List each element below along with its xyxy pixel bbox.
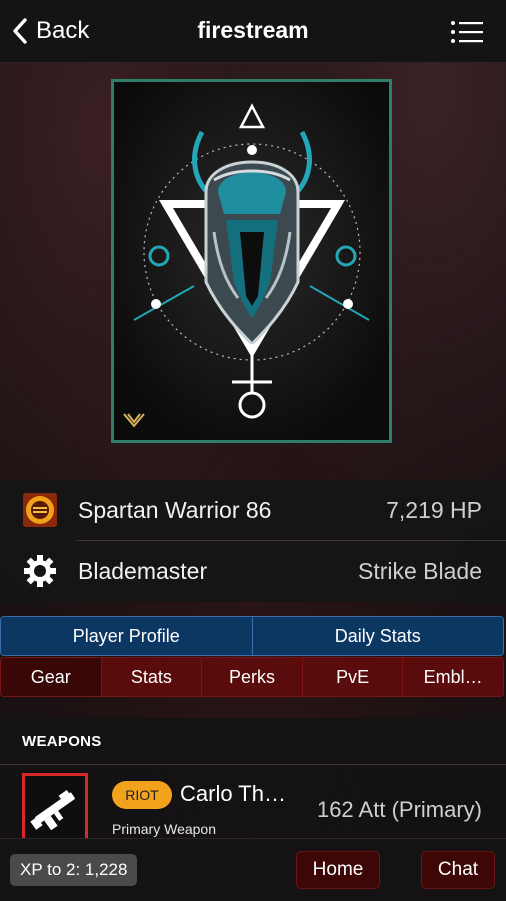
home-button[interactable]: Home [296,851,380,889]
rifle-icon [30,789,75,831]
emblem-image [111,79,392,443]
primary-tab-bar: Player Profile Daily Stats [0,616,504,656]
top-bar: Back firestream [0,0,506,63]
tab-emblems[interactable]: Embl… [402,658,503,696]
tab-pve[interactable]: PvE [301,658,403,696]
tab-perks[interactable]: Perks [201,658,302,696]
tab-player-profile[interactable]: Player Profile [1,617,252,655]
back-label: Back [36,17,90,44]
chevron-left-icon [13,18,27,44]
chat-button[interactable]: Chat [421,851,495,889]
subclass-name: Blademaster [78,558,208,584]
subclass-super: Strike Blade [357,558,482,584]
tab-daily-stats[interactable]: Daily Stats [251,617,503,655]
weapons-section-header: WEAPONS [0,718,506,765]
back-button[interactable]: Back [12,14,89,48]
tab-gear[interactable]: Gear [1,658,101,696]
xp-indicator: XP to 2: 1,228 [10,854,138,886]
character-name: Spartan Warrior 86 [78,497,272,523]
character-row[interactable]: Spartan Warrior 86 7,219 HP [0,480,506,541]
tier-badge: RIOT [112,781,172,809]
gear-icon [24,555,56,587]
bottom-bar: XP to 2: 1,228 Home Chat [0,838,506,901]
weapon-name: Carlo Th… [180,781,286,806]
tab-stats[interactable]: Stats [100,658,202,696]
character-hp: 7,219 HP [386,497,482,523]
weapon-stat: 162 Att (Primary) [316,797,482,822]
emblem-frame [111,79,392,443]
list-menu-icon [451,21,483,43]
subclass-row[interactable]: Blademaster Strike Blade [0,541,506,601]
section-title: WEAPONS [22,733,102,750]
spartan-helmet-icon [23,493,57,527]
character-info-panel: Spartan Warrior 86 7,219 HP Blademaster … [0,480,506,602]
secondary-tab-bar: Gear Stats Perks PvE Embl… [0,657,504,697]
weapon-thumbnail [22,773,88,843]
weapon-list-item[interactable]: RIOT Carlo Th… Primary Weapon 162 Att (P… [0,765,506,843]
weapon-type: Primary Weapon [112,821,217,837]
menu-button[interactable] [450,19,484,45]
spartan-emblem-art [114,82,389,440]
